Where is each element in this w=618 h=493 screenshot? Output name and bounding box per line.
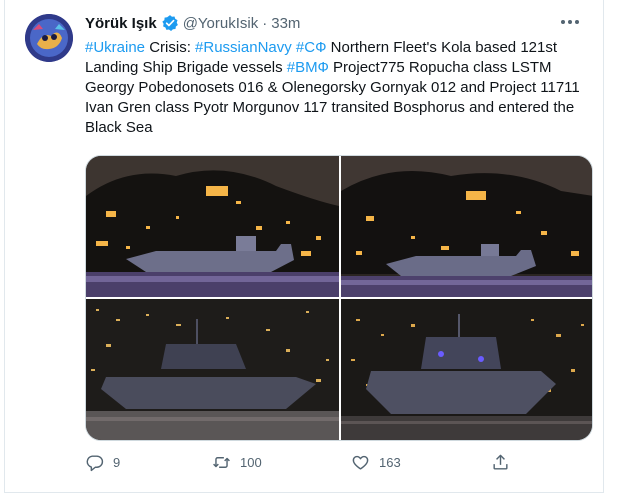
separator-dot: · (262, 14, 268, 32)
avatar-image (25, 14, 73, 62)
like-count: 163 (379, 454, 401, 470)
hashtag-link[interactable]: #ВМФ (287, 59, 329, 76)
hashtag-link[interactable]: #RussianNavy (195, 39, 292, 56)
verified-badge-icon (161, 14, 179, 32)
reply-button[interactable]: 9 (85, 451, 120, 473)
retweet-button[interactable]: 100 (212, 451, 262, 473)
photo-ship-night-3[interactable] (86, 299, 339, 440)
tweet-card[interactable]: Yörük Işık @YorukIsik · 33m #Ukraine Cri… (4, 0, 604, 493)
share-icon (493, 454, 508, 470)
like-button[interactable]: 163 (351, 451, 401, 473)
timestamp[interactable]: 33m (271, 15, 300, 32)
author-handle[interactable]: @YorukIsik (183, 15, 259, 32)
photo-ship-night-4[interactable] (341, 299, 592, 440)
hashtag-link[interactable]: #СФ (296, 39, 327, 56)
retweet-icon (213, 456, 230, 468)
author-name[interactable]: Yörük Işık (85, 15, 157, 32)
tweet-text: #Ukraine Crisis: #RussianNavy #СФ Northe… (85, 38, 585, 138)
photo-ship-night-2[interactable] (341, 156, 592, 297)
reply-icon (86, 454, 104, 471)
tweet-text-segment: Crisis: (145, 39, 196, 56)
tweet-header: Yörük Işık @YorukIsik · 33m (85, 12, 300, 34)
hashtag-link[interactable]: #Ukraine (85, 39, 145, 56)
more-options-icon[interactable] (559, 14, 581, 30)
share-button[interactable] (491, 451, 519, 473)
avatar[interactable] (25, 14, 73, 62)
photo-grid (85, 155, 593, 441)
heart-icon (352, 455, 369, 470)
tweet-actions: 9 100 163 (85, 451, 585, 473)
retweet-count: 100 (240, 454, 262, 470)
photo-ship-night-1[interactable] (86, 156, 339, 297)
reply-count: 9 (113, 454, 121, 470)
